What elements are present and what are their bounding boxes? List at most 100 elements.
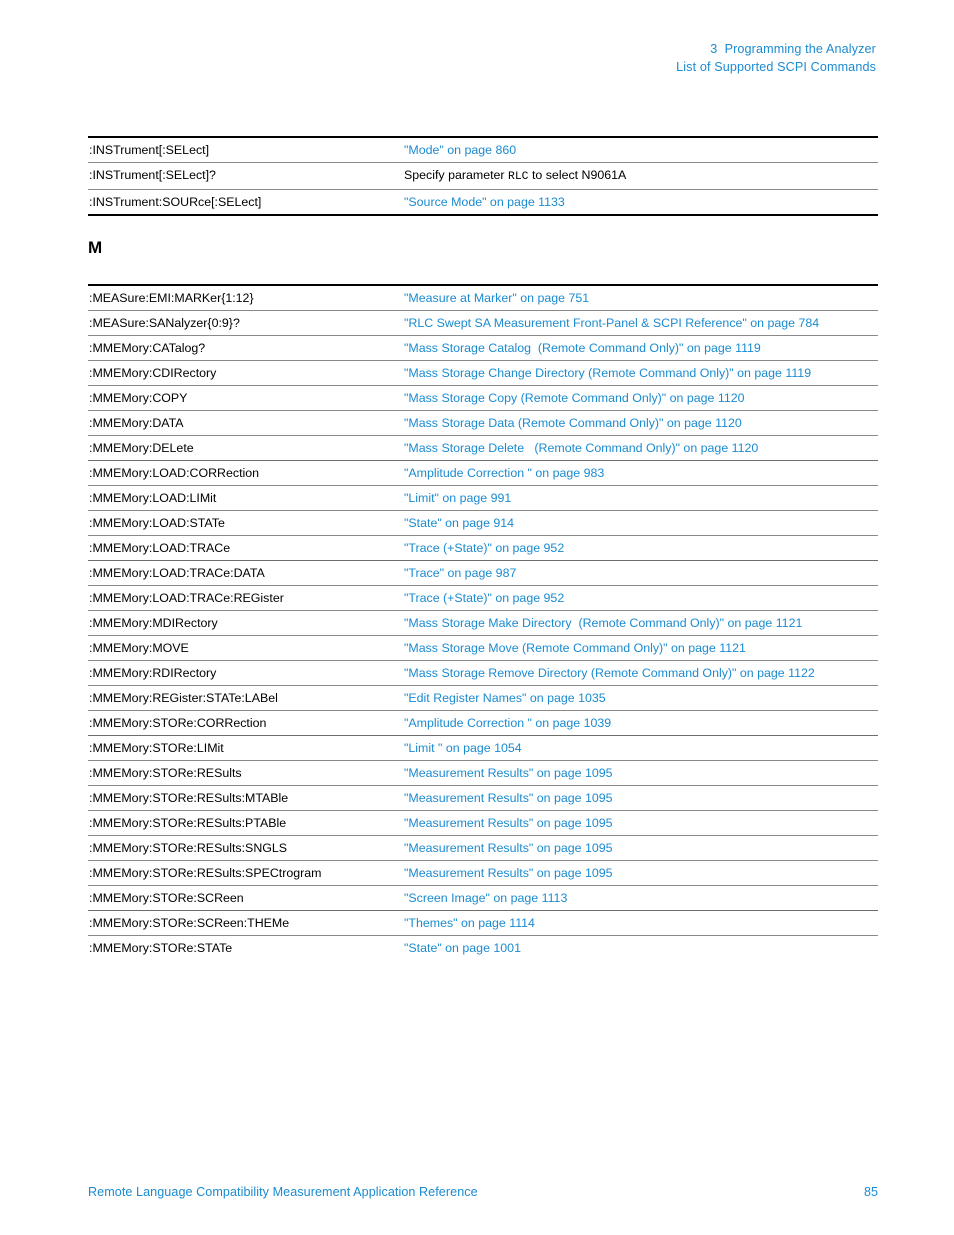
cross-reference-link[interactable]: "Measurement Results" on page 1095 (403, 810, 878, 836)
table-row: :MMEMory:LOAD:CORRection "Amplitude Corre… (88, 460, 878, 486)
cross-reference-link[interactable]: "Mass Storage Data (Remote Command Only)… (403, 410, 878, 436)
scpi-command-cell: :MMEMory:STORe:RESults (88, 760, 403, 786)
scpi-command-cell: :MMEMory:LOAD:TRACe:REGister (88, 585, 403, 611)
scpi-command-cell: :MMEMory:CATalog? (88, 335, 403, 361)
scpi-command-cell: :MEASure:EMI:MARKer{1:12} (88, 285, 403, 311)
table-row: :MMEMory:CATalog? "Mass Storage Catalog (… (88, 335, 878, 361)
scpi-command-cell: :MMEMory:STORe:LIMit (88, 735, 403, 761)
cross-reference-link[interactable]: "Screen Image" on page 1113 (403, 885, 878, 911)
scpi-command-cell: :MMEMory:LOAD:TRACe:DATA (88, 560, 403, 586)
scpi-command-cell: :MMEMory:CDIRectory (88, 360, 403, 386)
scpi-command-cell: :MMEMory:STORe:RESults:SNGLS (88, 835, 403, 861)
cross-reference-link[interactable]: "Mode" on page 860 (403, 137, 878, 163)
table-row: :MMEMory:STORe:RESults "Measurement Resul… (88, 760, 878, 786)
running-header-section: List of Supported SCPI Commands (676, 60, 876, 74)
scpi-command-cell: :INSTrument[:SELect]? (88, 162, 403, 190)
scpi-table-m-body: :MEASure:EMI:MARKer{1:12} "Measure at Mar… (88, 285, 878, 960)
scpi-command-cell: :MMEMory:STORe:RESults:SPECtrogram (88, 860, 403, 886)
scpi-command-cell: :MMEMory:MOVE (88, 635, 403, 661)
scpi-table-continuation: :INSTrument[:SELect] "Mode" on page 860:I… (88, 136, 878, 216)
page-footer: Remote Language Compatibility Measuremen… (88, 1185, 878, 1199)
scpi-command-cell: :MMEMory:STORe:RESults:PTABle (88, 810, 403, 836)
scpi-command-cell: :MMEMory:MDIRectory (88, 610, 403, 636)
scpi-command-cell: :MMEMory:STORe:CORRection (88, 710, 403, 736)
scpi-table-continuation-body: :INSTrument[:SELect] "Mode" on page 860:I… (88, 137, 878, 215)
table-row: :MMEMory:DATA "Mass Storage Data (Remote … (88, 410, 878, 436)
scpi-command-cell: :INSTrument[:SELect] (88, 137, 403, 163)
table-row: :INSTrument[:SELect] "Mode" on page 860 (88, 137, 878, 163)
cross-reference-link[interactable]: "Trace" on page 987 (403, 560, 878, 586)
table-row: :MMEMory:MOVE "Mass Storage Move (Remote … (88, 635, 878, 661)
table-row: :MMEMory:CDIRectory "Mass Storage Change … (88, 360, 878, 386)
cross-reference-link[interactable]: "Measurement Results" on page 1095 (403, 760, 878, 786)
running-header: 3 Programming the Analyzer List of Suppo… (676, 40, 876, 76)
scpi-table-m: :MEASure:EMI:MARKer{1:12} "Measure at Mar… (88, 284, 878, 960)
scpi-command-cell: :MMEMory:LOAD:STATe (88, 510, 403, 536)
cross-reference-link[interactable]: "Mass Storage Catalog (Remote Command On… (403, 335, 878, 361)
cross-reference-link[interactable]: "State" on page 1001 (403, 936, 878, 961)
cross-reference-link[interactable]: "Amplitude Correction " on page 1039 (403, 710, 878, 736)
page-content: :INSTrument[:SELect] "Mode" on page 860:I… (88, 136, 878, 960)
scpi-command-cell: :MEASure:SANalyzer{0:9}? (88, 310, 403, 336)
cross-reference-link[interactable]: "Source Mode" on page 1133 (403, 190, 878, 216)
table-row: :MMEMory:LOAD:TRACe:DATA "Trace" on page … (88, 560, 878, 586)
cross-reference-link[interactable]: "Mass Storage Move (Remote Command Only)… (403, 635, 878, 661)
table-row: :INSTrument:SOURce[:SELect] "Source Mode"… (88, 190, 878, 216)
cross-reference-link[interactable]: "Mass Storage Remove Directory (Remote C… (403, 660, 878, 686)
scpi-command-cell: :MMEMory:STORe:STATe (89, 941, 233, 955)
cross-reference-link[interactable]: "Trace (+State)" on page 952 (403, 585, 878, 611)
cross-reference-link[interactable]: "Measure at Marker" on page 751 (403, 285, 878, 311)
table-row: :MMEMory:STORe:SCReen:THEMe "Themes" on p… (88, 910, 878, 936)
scpi-command-cell: :MMEMory:REGister:STATe:LABel (88, 685, 403, 711)
document-page: 3 Programming the Analyzer List of Suppo… (0, 0, 954, 1235)
cross-reference-link[interactable]: "Limit " on page 1054 (403, 735, 878, 761)
table-row: :MMEMory:STORe:RESults:SPECtrogram "Measu… (88, 860, 878, 886)
scpi-command-cell: :MMEMory:DATA (88, 410, 403, 436)
scpi-command-cell: :MMEMory:STORe:SCReen:THEMe (88, 910, 403, 936)
table-row: :MMEMory:STORe:LIMit "Limit " on page 105… (88, 735, 878, 761)
scpi-command-cell: :MMEMory:STORe:SCReen (88, 885, 403, 911)
table-row: :MMEMory:RDIRectory "Mass Storage Remove … (88, 660, 878, 686)
table-row: :MMEMory:LOAD:TRACe:REGister "Trace (+Sta… (88, 585, 878, 611)
scpi-command-cell: :MMEMory:LOAD:TRACe (88, 535, 403, 561)
table-row: :INSTrument[:SELect]? Specify parameter R… (88, 162, 878, 190)
cross-reference-link[interactable]: "Edit Register Names" on page 1035 (403, 685, 878, 711)
scpi-command-cell: :MMEMory:STORe:RESults:MTABle (88, 785, 403, 811)
cross-reference-link[interactable]: "Mass Storage Make Directory (Remote Com… (403, 610, 878, 636)
footer-page-number: 85 (863, 1185, 878, 1199)
table-row: :MMEMory:LOAD:STATe "State" on page 914 (88, 510, 878, 536)
parameter-literal: RLC (508, 171, 529, 183)
table-row: :MMEMory:STORe:RESults:PTABle "Measuremen… (88, 810, 878, 836)
table-row: :MMEMory:STORe:CORRection "Amplitude Corr… (88, 710, 878, 736)
cross-reference-link[interactable]: "Mass Storage Copy (Remote Command Only)… (403, 385, 878, 411)
table-row: :MMEMory:DELete "Mass Storage Delete (Rem… (88, 435, 878, 461)
scpi-command-cell: :MMEMory:COPY (88, 385, 403, 411)
cross-reference-link[interactable]: "Measurement Results" on page 1095 (403, 860, 878, 886)
alpha-section-heading-m: M (88, 238, 103, 257)
cross-reference-link[interactable]: "Mass Storage Change Directory (Remote C… (403, 360, 878, 386)
table-row: :MMEMory:LOAD:TRACe "Trace (+State)" on p… (88, 535, 878, 561)
cross-reference-link[interactable]: "Measurement Results" on page 1095 (403, 835, 878, 861)
cross-reference-link[interactable]: "Limit" on page 991 (403, 485, 878, 511)
table-row: :MMEMory:STORe:RESults:MTABle "Measuremen… (88, 785, 878, 811)
table-row: :MMEMory:LOAD:LIMit "Limit" on page 991 (88, 485, 878, 511)
cross-reference-link[interactable]: "State" on page 914 (403, 510, 878, 536)
scpi-command-cell: :MMEMory:LOAD:CORRection (88, 460, 403, 486)
cross-reference-link[interactable]: "Measurement Results" on page 1095 (403, 785, 878, 811)
table-row: :MEASure:SANalyzer{0:9}? "RLC Swept SA Me… (88, 310, 878, 336)
table-row: :MMEMory:STORe:SCReen "Screen Image" on p… (88, 885, 878, 911)
scpi-command-cell: :MMEMory:DELete (88, 435, 403, 461)
cross-reference-link[interactable]: "RLC Swept SA Measurement Front-Panel & … (403, 310, 878, 336)
table-row: :MMEMory:COPY "Mass Storage Copy (Remote … (88, 385, 878, 411)
table-row: :MEASure:EMI:MARKer{1:12} "Measure at Mar… (88, 285, 878, 311)
footer-title: Remote Language Compatibility Measuremen… (88, 1185, 478, 1199)
table-row: :MMEMory:STORe:STATe "State" on page 1001 (88, 936, 878, 961)
cross-reference-link[interactable]: "Trace (+State)" on page 952 (403, 535, 878, 561)
table-row: :MMEMory:MDIRectory "Mass Storage Make Di… (88, 610, 878, 636)
table-row: :MMEMory:REGister:STATe:LABel "Edit Regis… (88, 685, 878, 711)
scpi-command-cell: :MMEMory:LOAD:LIMit (88, 485, 403, 511)
cross-reference-link[interactable]: "Amplitude Correction " on page 983 (403, 460, 878, 486)
cross-reference-link[interactable]: "Themes" on page 1114 (403, 910, 878, 936)
cross-reference-link[interactable]: "Mass Storage Delete (Remote Command Onl… (403, 435, 878, 461)
parameter-note-cell: Specify parameter RLC to select N9061A (403, 162, 878, 190)
